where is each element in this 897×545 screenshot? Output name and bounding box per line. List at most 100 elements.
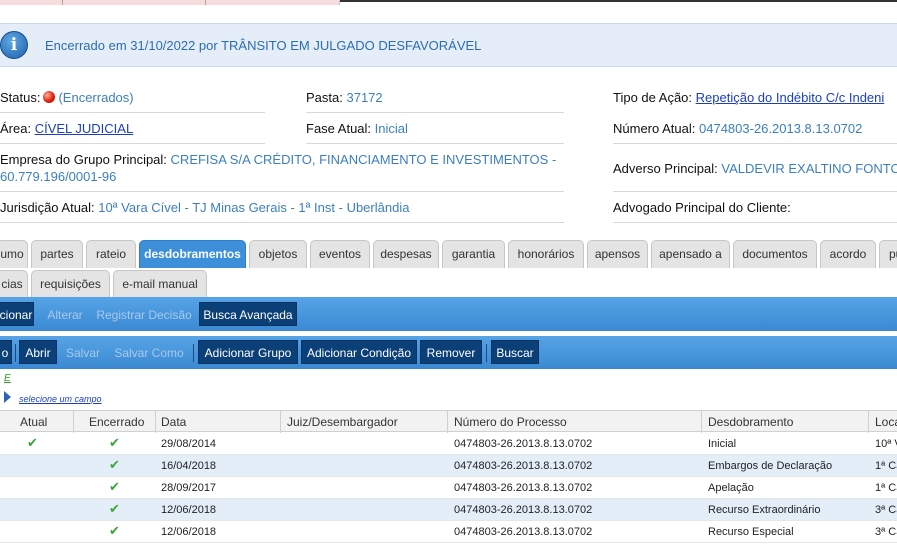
tab-documentos[interactable]: documentos	[733, 240, 817, 268]
column-divider	[73, 411, 74, 433]
salvar-button[interactable]: Salvar	[60, 340, 106, 364]
table-row[interactable]: ✔ 16/04/2018 0474803-26.2013.8.13.0702 E…	[0, 455, 897, 477]
divider	[306, 112, 564, 113]
tab-garantia[interactable]: garantia	[442, 240, 505, 268]
empresa-field: Empresa do Grupo Principal: CREFISA S/A …	[0, 152, 556, 167]
adicionar-button[interactable]: cionar	[0, 302, 34, 326]
table-row[interactable]: ✔ 28/09/2017 0474803-26.2013.8.13.0702 A…	[0, 477, 897, 499]
divider	[0, 222, 564, 223]
fase-field: Fase Atual: Inicial	[306, 121, 408, 136]
novo-button[interactable]: o	[0, 340, 12, 364]
adicionar-condicao-button[interactable]: Adicionar Condição	[301, 340, 417, 364]
divider	[306, 143, 564, 144]
divider	[0, 143, 265, 144]
tab-providencias[interactable]: cias	[0, 270, 28, 298]
busca-avancada-button[interactable]: Busca Avançada	[199, 302, 297, 326]
jurisdicao-field: Jurisdição Atual: 10ª Vara Cível - TJ Mi…	[0, 200, 409, 215]
adicionar-grupo-button[interactable]: Adicionar Grupo	[198, 340, 298, 364]
remover-button[interactable]: Remover	[420, 340, 482, 364]
buscar-button[interactable]: Buscar	[491, 340, 539, 364]
cell-desdobramento: Recurso Especial	[708, 526, 794, 538]
top-strip-right	[340, 0, 897, 2]
tab-resumo[interactable]: umo	[0, 240, 28, 268]
area-label: Área:	[0, 121, 32, 136]
numero-field: Número Atual: 0474803-26.2013.8.13.0702	[613, 121, 862, 136]
check-icon: ✔	[109, 524, 120, 539]
area-field: Área: CÍVEL JUDICIAL	[0, 121, 133, 136]
banner-text: Encerrado em 31/10/2022 por TRÂNSITO EM …	[45, 38, 482, 53]
check-icon: ✔	[109, 502, 120, 517]
tab-eventos[interactable]: eventos	[310, 240, 370, 268]
cell-local: 1ª Câ	[875, 482, 897, 494]
table-row[interactable]: ✔ 12/06/2018 0474803-26.2013.8.13.0702 R…	[0, 521, 897, 543]
toolbar-separator	[486, 344, 487, 362]
check-icon: ✔	[109, 458, 120, 473]
check-icon: ✔	[27, 436, 38, 451]
advogado-label: Advogado Principal do Cliente:	[613, 200, 791, 215]
numero-value: 0474803-26.2013.8.13.0702	[699, 121, 863, 136]
tab-apensos[interactable]: apensos	[587, 240, 648, 268]
abrir-button[interactable]: Abrir	[19, 340, 57, 364]
cell-numero: 0474803-26.2013.8.13.0702	[454, 526, 593, 538]
table-row[interactable]: ✔ ✔ 29/08/2014 0474803-26.2013.8.13.0702…	[0, 433, 897, 455]
header-local[interactable]: Loca	[875, 411, 897, 433]
cell-desdobramento: Apelação	[708, 482, 754, 494]
header-encerrado[interactable]: Encerrado	[89, 411, 144, 433]
top-strip-left	[0, 0, 340, 5]
tipo-acao-field: Tipo de Ação: Repetição do Indébito C/c …	[613, 90, 884, 105]
table-row[interactable]: ✔ 12/06/2018 0474803-26.2013.8.13.0702 R…	[0, 499, 897, 521]
cell-numero: 0474803-26.2013.8.13.0702	[454, 460, 593, 472]
cell-numero: 0474803-26.2013.8.13.0702	[454, 504, 593, 516]
tab-honorarios[interactable]: honorários	[508, 240, 584, 268]
tab-rateio[interactable]: rateio	[86, 240, 136, 268]
header-desdobramento[interactable]: Desdobramento	[708, 411, 793, 433]
divider	[613, 143, 897, 144]
salvar-como-button[interactable]: Salvar Como	[109, 340, 189, 364]
status-value: (Encerrados)	[58, 90, 134, 105]
jurisdicao-value: 10ª Vara Cível - TJ Minas Gerais - 1ª In…	[98, 200, 410, 215]
divider	[613, 191, 897, 192]
header-atual[interactable]: Atual	[20, 411, 47, 433]
column-divider	[447, 411, 448, 433]
cell-local: 1ª Câ	[875, 460, 897, 472]
divider	[0, 191, 564, 192]
filter-area	[0, 369, 897, 411]
tipo-acao-link[interactable]: Repetição do Indébito C/c Indeni	[696, 90, 885, 105]
fase-value: Inicial	[374, 121, 408, 136]
cell-data: 16/04/2018	[161, 460, 217, 472]
check-icon: ✔	[109, 480, 120, 495]
registrar-decisao-button[interactable]: Registrar Decisão	[92, 302, 196, 326]
adverso-field: Adverso Principal: VALDEVIR EXALTINO FON…	[613, 161, 897, 176]
divider	[0, 112, 265, 113]
top-tab-strip	[0, 0, 897, 5]
tab-requisicoes[interactable]: requisições	[31, 270, 110, 298]
tab-partes[interactable]: partes	[31, 240, 83, 268]
header-juiz[interactable]: Juiz/Desembargador	[287, 411, 398, 433]
column-divider	[701, 411, 702, 433]
cell-numero: 0474803-26.2013.8.13.0702	[454, 438, 593, 450]
cell-local: 3ª Câ	[875, 504, 897, 516]
tab-acordo[interactable]: acordo	[820, 240, 876, 268]
tab-email-manual[interactable]: e-mail manual	[113, 270, 207, 298]
tab-despesas[interactable]: despesas	[373, 240, 439, 268]
info-icon: i	[0, 31, 28, 59]
header-numero-processo[interactable]: Número do Processo	[454, 411, 567, 433]
table-header: Atual Encerrado Data Juiz/Desembargador …	[0, 410, 897, 433]
select-field-link[interactable]: selecione um campo	[19, 394, 102, 404]
cell-local: 3ª Câ	[875, 526, 897, 538]
empresa-value: CREFISA S/A CRÉDITO, FINANCIAMENTO E INV…	[170, 152, 557, 167]
expand-triangle-icon[interactable]	[4, 391, 11, 403]
tab-apensado-a[interactable]: apensado a	[651, 240, 730, 268]
search-toolbar: o Abrir Salvar Salvar Como Adicionar Gru…	[0, 336, 897, 369]
expression-link[interactable]: E	[4, 373, 11, 384]
header-data[interactable]: Data	[161, 411, 186, 433]
cell-desdobramento: Embargos de Declaração	[708, 460, 833, 472]
area-link[interactable]: CÍVEL JUDICIAL	[35, 121, 134, 136]
tab-desdobramentos[interactable]: desdobramentos	[139, 240, 246, 268]
tab-publicacoes[interactable]: pu	[879, 240, 897, 268]
tab-objetos[interactable]: objetos	[249, 240, 307, 268]
alterar-button[interactable]: Alterar	[40, 302, 90, 326]
empresa-field-line2: 60.779.196/0001-96	[0, 169, 116, 184]
status-red-dot-icon	[43, 91, 56, 103]
column-divider	[155, 411, 156, 433]
